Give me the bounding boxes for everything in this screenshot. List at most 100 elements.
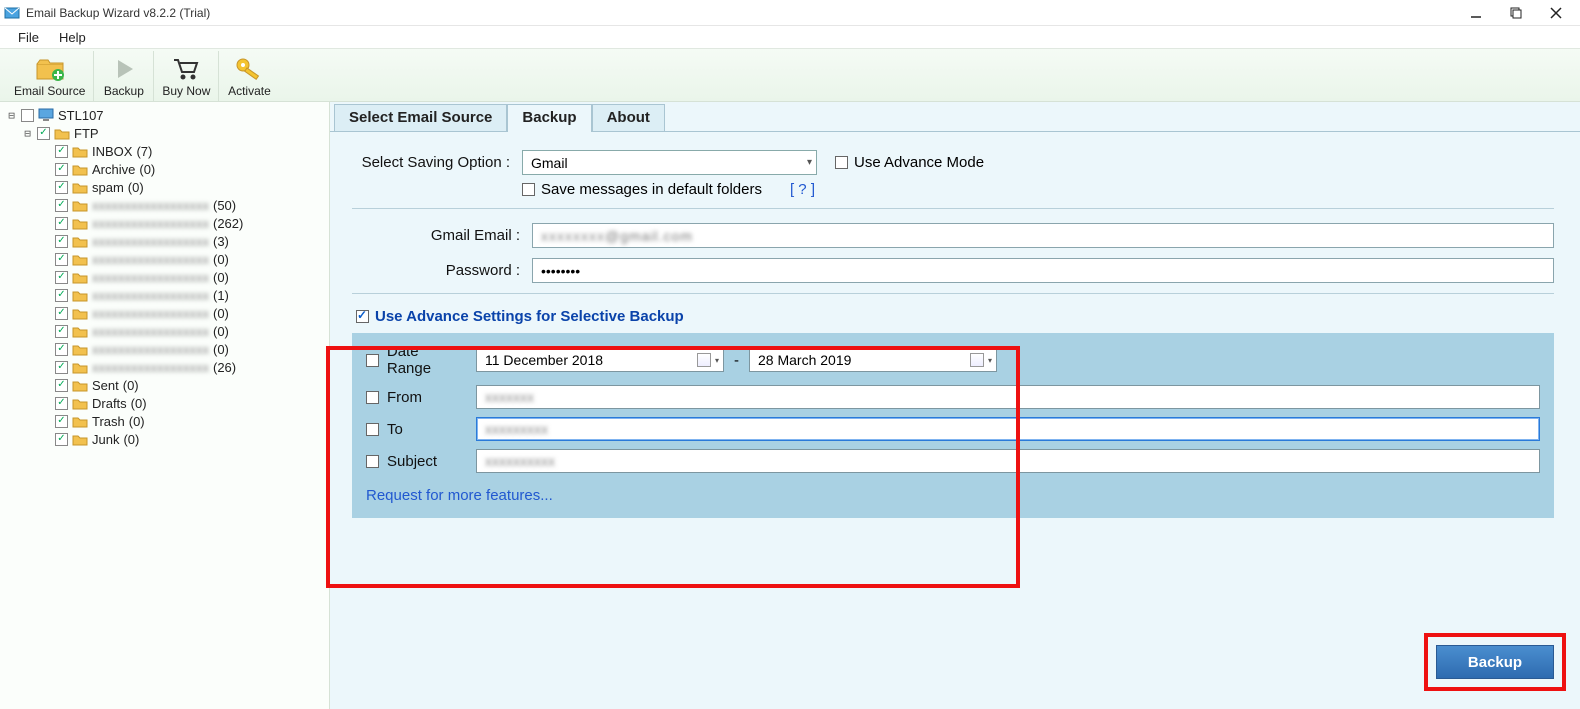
calendar-icon <box>697 353 711 367</box>
chevron-down-icon: ▾ <box>807 157 812 168</box>
folder-icon <box>72 306 88 320</box>
folder-icon <box>72 414 88 428</box>
tree-checkbox[interactable] <box>37 127 50 140</box>
menu-help[interactable]: Help <box>49 28 96 47</box>
tree-checkbox[interactable] <box>55 433 68 446</box>
save-default-checkbox[interactable]: Save messages in default folders <box>522 181 762 198</box>
tree-checkbox[interactable] <box>21 109 34 122</box>
menubar: File Help <box>0 26 1580 48</box>
date-from-input[interactable]: 11 December 2018 ▾ <box>476 348 724 372</box>
tree-item[interactable]: xxxxxxxxxxxxxxxxxx (262) <box>6 214 325 232</box>
calendar-icon <box>970 353 984 367</box>
tab-backup[interactable]: Backup <box>507 104 591 132</box>
tree-checkbox[interactable] <box>55 289 68 302</box>
tree-item[interactable]: xxxxxxxxxxxxxxxxxx (0) <box>6 340 325 358</box>
tree-checkbox[interactable] <box>55 361 68 374</box>
app-icon <box>4 5 20 21</box>
close-button[interactable] <box>1536 2 1576 24</box>
folder-icon <box>72 216 88 230</box>
subject-input[interactable]: xxxxxxxxxx <box>476 449 1540 473</box>
tree-checkbox[interactable] <box>55 253 68 266</box>
menu-file[interactable]: File <box>8 28 49 47</box>
tree-checkbox[interactable] <box>55 145 68 158</box>
tree-checkbox[interactable] <box>55 181 68 194</box>
tree-item[interactable]: INBOX (7) <box>6 142 325 160</box>
tree-item[interactable]: Sent (0) <box>6 376 325 394</box>
from-checkbox[interactable]: From <box>366 389 466 406</box>
date-range-checkbox[interactable]: Date Range <box>366 343 466 377</box>
chevron-down-icon: ▾ <box>988 356 992 365</box>
tree-item[interactable]: Drafts (0) <box>6 394 325 412</box>
help-link[interactable]: [ ? ] <box>790 181 815 198</box>
tab-about[interactable]: About <box>592 104 665 131</box>
tree-item[interactable]: xxxxxxxxxxxxxxxxxx (50) <box>6 196 325 214</box>
tree-item[interactable]: Trash (0) <box>6 412 325 430</box>
maximize-button[interactable] <box>1496 2 1536 24</box>
folder-icon <box>72 396 88 410</box>
tree-item[interactable]: Junk (0) <box>6 430 325 448</box>
folder-icon <box>72 288 88 302</box>
toolbar-buy-now[interactable]: Buy Now <box>154 51 219 101</box>
minimize-button[interactable] <box>1456 2 1496 24</box>
cart-icon <box>171 56 201 82</box>
tree-checkbox[interactable] <box>55 271 68 284</box>
toolbar: Email Source Backup Buy Now Activate <box>0 48 1580 102</box>
tree-item[interactable]: xxxxxxxxxxxxxxxxxx (0) <box>6 304 325 322</box>
tree-checkbox[interactable] <box>55 415 68 428</box>
tree-item[interactable]: xxxxxxxxxxxxxxxxxx (1) <box>6 286 325 304</box>
saving-option-label: Select Saving Option : <box>352 154 522 171</box>
adv-settings-checkbox[interactable]: Use Advance Settings for Selective Backu… <box>356 308 1554 325</box>
tree-checkbox[interactable] <box>55 379 68 392</box>
titlebar: Email Backup Wizard v8.2.2 (Trial) <box>0 0 1580 26</box>
advance-mode-checkbox[interactable]: Use Advance Mode <box>835 154 984 171</box>
tree-root[interactable]: ⊟ STL107 <box>6 106 325 124</box>
tree-item[interactable]: spam (0) <box>6 178 325 196</box>
folder-icon <box>72 198 88 212</box>
folder-icon <box>72 378 88 392</box>
collapse-icon[interactable]: ⊟ <box>6 109 17 122</box>
to-input[interactable]: xxxxxxxxx <box>476 417 1540 441</box>
tab-select-email-source[interactable]: Select Email Source <box>334 104 507 131</box>
toolbar-backup[interactable]: Backup <box>94 51 154 101</box>
folder-icon <box>72 252 88 266</box>
main-panel: Select Email Source Backup About Select … <box>330 102 1580 709</box>
toolbar-activate[interactable]: Activate <box>219 51 279 101</box>
folder-icon <box>72 360 88 374</box>
date-to-input[interactable]: 28 March 2019 ▾ <box>749 348 997 372</box>
tree-checkbox[interactable] <box>55 325 68 338</box>
tree-item[interactable]: xxxxxxxxxxxxxxxxxx (0) <box>6 268 325 286</box>
tree-checkbox[interactable] <box>55 343 68 356</box>
tree-item[interactable]: xxxxxxxxxxxxxxxxxx (26) <box>6 358 325 376</box>
tree-checkbox[interactable] <box>55 199 68 212</box>
subject-checkbox[interactable]: Subject <box>366 453 466 470</box>
password-input[interactable]: •••••••• <box>532 258 1554 283</box>
tree-checkbox[interactable] <box>55 307 68 320</box>
backup-button[interactable]: Backup <box>1436 645 1554 679</box>
folder-icon <box>72 270 88 284</box>
gmail-email-label: Gmail Email : <box>412 227 532 244</box>
tree-item[interactable]: Archive (0) <box>6 160 325 178</box>
gmail-email-input[interactable]: xxxxxxxx@gmail.com <box>532 223 1554 248</box>
chevron-down-icon: ▾ <box>715 356 719 365</box>
tree-item[interactable]: xxxxxxxxxxxxxxxxxx (3) <box>6 232 325 250</box>
tree-item[interactable]: xxxxxxxxxxxxxxxxxx (0) <box>6 250 325 268</box>
saving-option-select[interactable]: Gmail ▾ <box>522 150 817 175</box>
tree-checkbox[interactable] <box>55 235 68 248</box>
collapse-icon[interactable]: ⊟ <box>22 127 33 140</box>
tree-checkbox[interactable] <box>55 163 68 176</box>
toolbar-email-source[interactable]: Email Source <box>6 51 94 101</box>
request-features-link[interactable]: Request for more features... <box>366 487 553 504</box>
adv-settings-panel: Date Range 11 December 2018 ▾ - 28 March… <box>352 333 1554 518</box>
date-separator: - <box>734 352 739 369</box>
to-checkbox[interactable]: To <box>366 421 466 438</box>
tree-ftp[interactable]: ⊟ FTP <box>6 124 325 142</box>
folder-tree[interactable]: ⊟ STL107 ⊟ FTP INBOX (7)Archive (0)spam … <box>0 102 330 709</box>
folder-icon <box>72 342 88 356</box>
folder-icon <box>72 324 88 338</box>
tree-item[interactable]: xxxxxxxxxxxxxxxxxx (0) <box>6 322 325 340</box>
key-icon <box>234 56 264 82</box>
tree-checkbox[interactable] <box>55 397 68 410</box>
tree-checkbox[interactable] <box>55 217 68 230</box>
from-input[interactable]: xxxxxxx <box>476 385 1540 409</box>
play-icon <box>111 56 137 82</box>
